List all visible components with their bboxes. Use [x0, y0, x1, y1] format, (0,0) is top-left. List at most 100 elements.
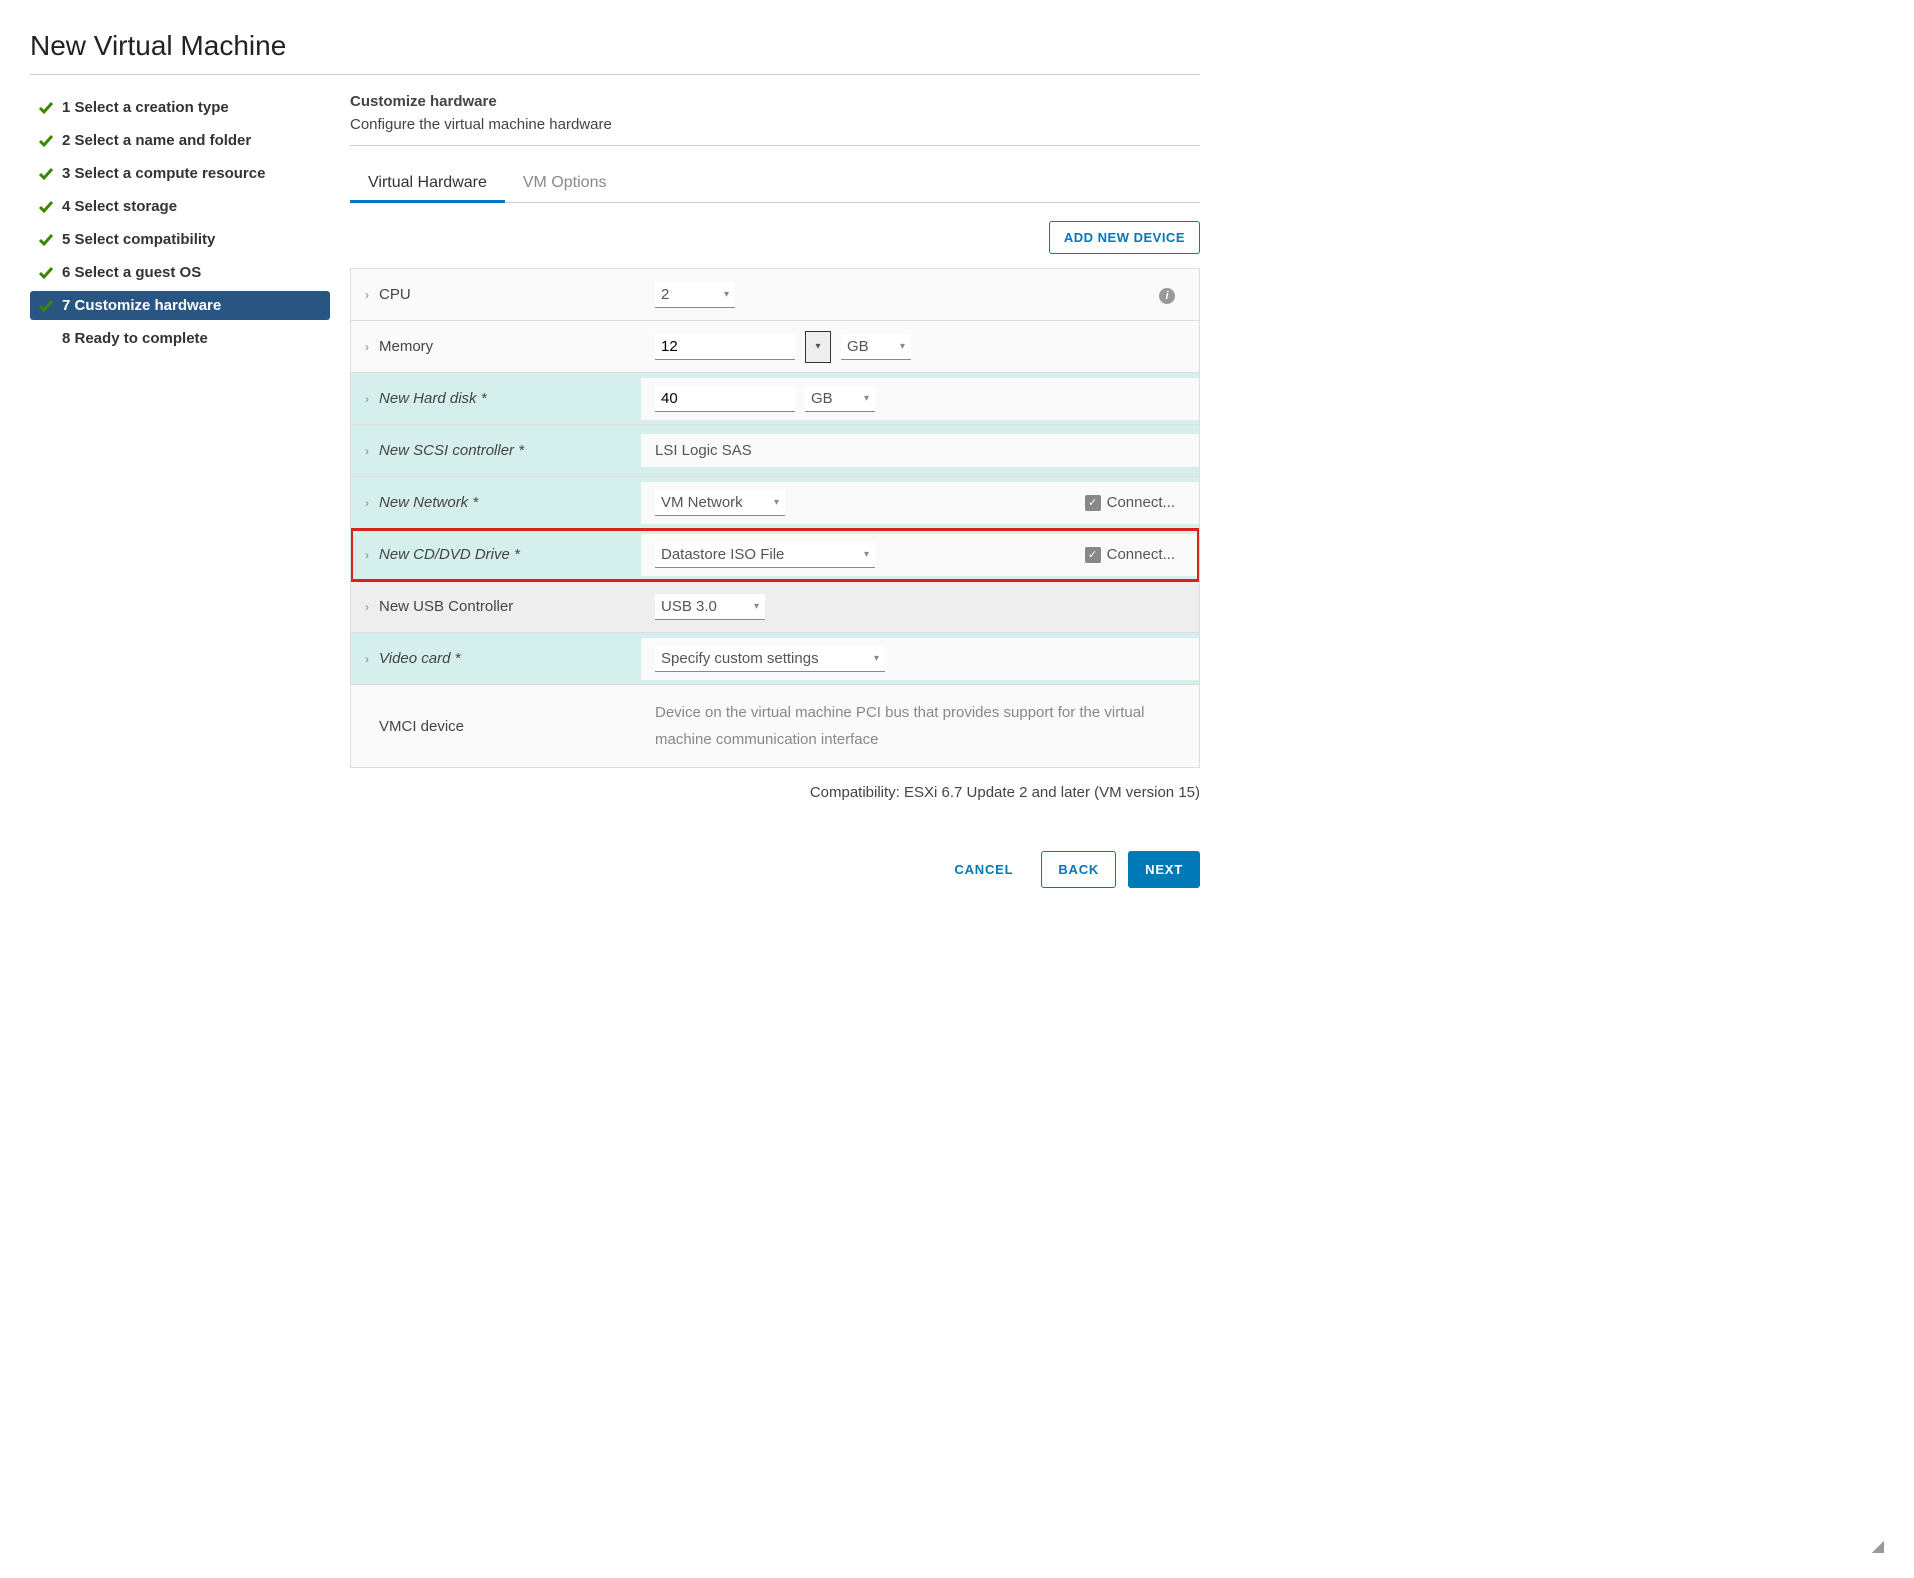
- label-text: CPU: [379, 286, 411, 303]
- checkmark-icon: [38, 298, 54, 314]
- row-usb-controller: › New USB Controller USB 3.0 ▾: [351, 581, 1199, 633]
- label-text: New Network *: [379, 494, 478, 511]
- network-label[interactable]: › New Network *: [351, 482, 641, 523]
- chevron-right-icon[interactable]: ›: [365, 548, 369, 562]
- row-cpu: › CPU 2 ▾ i: [351, 269, 1199, 321]
- step-compute-resource[interactable]: 3 Select a compute resource: [30, 159, 330, 188]
- cpu-value-cell: 2 ▾ i: [641, 274, 1199, 316]
- chevron-right-icon[interactable]: ›: [365, 340, 369, 354]
- cddvd-connect-label: Connect...: [1107, 546, 1175, 563]
- info-icon[interactable]: i: [1159, 288, 1175, 304]
- hard-disk-unit: GB: [811, 390, 833, 407]
- label-text: New SCSI controller *: [379, 442, 524, 459]
- row-scsi-controller: › New SCSI controller * LSI Logic SAS: [351, 425, 1199, 477]
- network-value: VM Network: [661, 494, 743, 511]
- step-label: 3 Select a compute resource: [62, 165, 265, 182]
- tab-vm-options[interactable]: VM Options: [505, 166, 625, 202]
- checkmark-icon: [38, 100, 54, 116]
- chevron-down-icon: ▾: [900, 341, 905, 352]
- next-button[interactable]: NEXT: [1128, 851, 1200, 888]
- memory-input[interactable]: [655, 334, 795, 360]
- memory-stepper-button[interactable]: ▾: [805, 331, 831, 363]
- chevron-right-icon[interactable]: ›: [365, 600, 369, 614]
- row-hard-disk: › New Hard disk * GB ▾: [351, 373, 1199, 425]
- chevron-down-icon: ▾: [864, 549, 869, 560]
- tabs: Virtual Hardware VM Options: [350, 166, 1200, 203]
- label-text: New CD/DVD Drive *: [379, 546, 520, 563]
- network-connect-wrap: ✓ Connect...: [1085, 494, 1185, 511]
- hard-disk-label[interactable]: › New Hard disk *: [351, 378, 641, 419]
- usb-value-cell: USB 3.0 ▾: [641, 586, 1199, 628]
- step-storage[interactable]: 4 Select storage: [30, 192, 330, 221]
- chevron-down-icon: ▾: [724, 289, 729, 300]
- memory-value-cell: ▾ GB ▾: [641, 323, 1199, 371]
- chevron-right-icon[interactable]: ›: [365, 652, 369, 666]
- add-new-device-button[interactable]: ADD NEW DEVICE: [1049, 221, 1200, 254]
- label-text: Memory: [379, 338, 433, 355]
- label-text: New Hard disk *: [379, 390, 487, 407]
- network-select[interactable]: VM Network ▾: [655, 490, 785, 516]
- step-label: 6 Select a guest OS: [62, 264, 201, 281]
- memory-unit-select[interactable]: GB ▾: [841, 334, 911, 360]
- video-value-cell: Specify custom settings ▾: [641, 638, 1199, 680]
- step-ready-to-complete[interactable]: 8 Ready to complete: [30, 324, 330, 353]
- chevron-down-icon: ▾: [864, 393, 869, 404]
- chevron-down-icon: ▾: [754, 601, 759, 612]
- chevron-right-icon[interactable]: ›: [365, 392, 369, 406]
- video-label[interactable]: › Video card *: [351, 638, 641, 679]
- label-text: Video card *: [379, 650, 460, 667]
- row-vmci-device: › VMCI device Device on the virtual mach…: [351, 685, 1199, 767]
- network-connect-checkbox[interactable]: ✓: [1085, 495, 1101, 511]
- cddvd-label[interactable]: › New CD/DVD Drive *: [351, 534, 641, 575]
- usb-label[interactable]: › New USB Controller: [351, 586, 641, 627]
- wizard-steps: 1 Select a creation type 2 Select a name…: [30, 93, 330, 894]
- panel-title: Customize hardware: [350, 93, 1200, 110]
- cpu-label[interactable]: › CPU: [351, 274, 641, 315]
- compatibility-text: Compatibility: ESXi 6.7 Update 2 and lat…: [350, 784, 1200, 801]
- step-creation-type[interactable]: 1 Select a creation type: [30, 93, 330, 122]
- vmci-value-cell: Device on the virtual machine PCI bus th…: [641, 685, 1199, 767]
- step-label: 1 Select a creation type: [62, 99, 229, 116]
- row-memory: › Memory ▾ GB ▾: [351, 321, 1199, 373]
- video-select[interactable]: Specify custom settings ▾: [655, 646, 885, 672]
- checkmark-icon: [38, 199, 54, 215]
- scsi-label[interactable]: › New SCSI controller *: [351, 430, 641, 471]
- chevron-right-icon[interactable]: ›: [365, 288, 369, 302]
- hardware-table[interactable]: › CPU 2 ▾ i: [350, 268, 1200, 768]
- cpu-select[interactable]: 2 ▾: [655, 282, 735, 308]
- label-text: New USB Controller: [379, 598, 513, 615]
- cddvd-select[interactable]: Datastore ISO File ▾: [655, 542, 875, 568]
- step-customize-hardware[interactable]: 7 Customize hardware: [30, 291, 330, 320]
- step-compatibility[interactable]: 5 Select compatibility: [30, 225, 330, 254]
- step-label: 8 Ready to complete: [62, 330, 208, 347]
- step-label: 7 Customize hardware: [62, 297, 221, 314]
- hard-disk-value-cell: GB ▾: [641, 378, 1199, 420]
- dialog-content: 1 Select a creation type 2 Select a name…: [30, 93, 1200, 894]
- cancel-button[interactable]: CANCEL: [938, 851, 1029, 888]
- back-button[interactable]: BACK: [1041, 851, 1116, 888]
- hard-disk-input[interactable]: [655, 386, 795, 412]
- resize-handle-icon[interactable]: ◢: [1872, 1536, 1884, 1556]
- add-device-row: ADD NEW DEVICE: [350, 221, 1200, 254]
- cpu-value: 2: [661, 286, 669, 303]
- network-connect-label: Connect...: [1107, 494, 1175, 511]
- chevron-right-icon[interactable]: ›: [365, 496, 369, 510]
- tab-virtual-hardware[interactable]: Virtual Hardware: [350, 166, 505, 203]
- label-text: VMCI device: [379, 718, 464, 735]
- main-panel: Customize hardware Configure the virtual…: [350, 93, 1200, 894]
- checkmark-icon: [38, 133, 54, 149]
- chevron-right-icon[interactable]: ›: [365, 444, 369, 458]
- hard-disk-unit-select[interactable]: GB ▾: [805, 386, 875, 412]
- row-network: › New Network * VM Network ▾ ✓ Connect..…: [351, 477, 1199, 529]
- video-value: Specify custom settings: [661, 650, 819, 667]
- checkmark-icon: [38, 232, 54, 248]
- dialog-title: New Virtual Machine: [30, 30, 1200, 75]
- step-name-folder[interactable]: 2 Select a name and folder: [30, 126, 330, 155]
- scsi-value-cell: LSI Logic SAS: [641, 434, 1199, 467]
- memory-label[interactable]: › Memory: [351, 326, 641, 367]
- usb-select[interactable]: USB 3.0 ▾: [655, 594, 765, 620]
- info-icon-wrap: i: [1159, 286, 1185, 304]
- step-guest-os[interactable]: 6 Select a guest OS: [30, 258, 330, 287]
- cddvd-connect-checkbox[interactable]: ✓: [1085, 547, 1101, 563]
- vmci-description: Device on the virtual machine PCI bus th…: [655, 699, 1185, 753]
